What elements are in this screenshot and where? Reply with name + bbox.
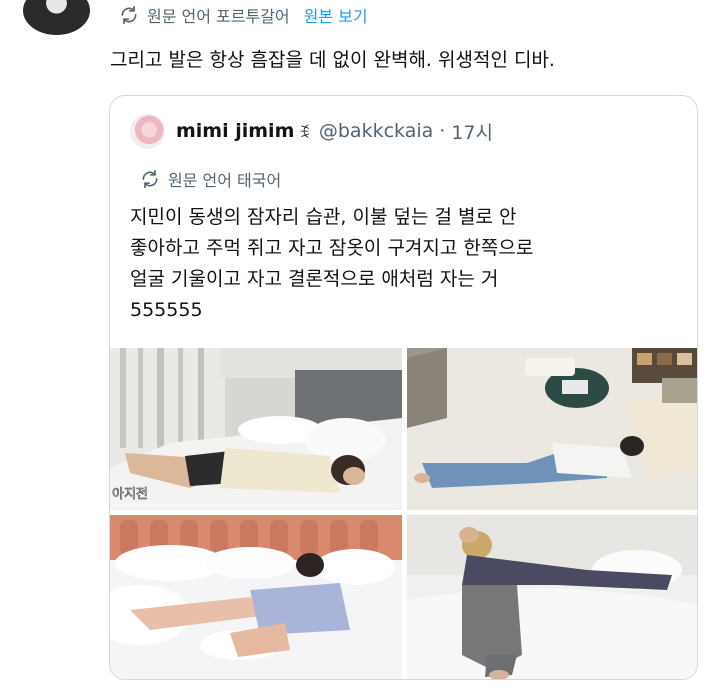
view-original-link[interactable]: 원본 보기 xyxy=(304,3,368,27)
translation-bar: 원문 언어 포르투갈어 원본 보기 xyxy=(119,4,368,26)
author-avatar[interactable] xyxy=(23,0,90,35)
media-photo-1[interactable]: 아지전 xyxy=(110,348,402,510)
quoted-text-line: 얼굴 기울이고 자고 결론적으로 애처럼 자는 거 xyxy=(130,268,499,290)
media-photo-3[interactable] xyxy=(110,515,402,679)
name-emoji: ꉂ xyxy=(298,122,311,142)
media-photo-4[interactable] xyxy=(407,515,697,679)
media-photo-2[interactable] xyxy=(407,348,697,510)
quoted-text-line: 좋아하고 주먹 쥐고 자고 잠옷이 구겨지고 한쪽으로 xyxy=(130,237,534,259)
separator-dot: · xyxy=(439,120,446,142)
quoted-author-avatar[interactable] xyxy=(130,113,165,149)
quoted-handle[interactable]: @bakkckaia xyxy=(319,120,433,142)
translate-icon xyxy=(119,5,139,25)
quoted-tweet-header: mimi jimim ꉂ @bakkckaia · 17시 xyxy=(130,113,493,149)
photo-caption: 아지전 xyxy=(112,486,148,501)
quoted-translation-label: 원문 언어 태국어 xyxy=(168,171,282,190)
quoted-tweet-card[interactable]: mimi jimim ꉂ @bakkckaia · 17시 원문 언어 태국어 … xyxy=(109,95,698,680)
quoted-timestamp[interactable]: 17시 xyxy=(451,118,493,145)
quoted-translation-bar: 원문 언어 태국어 xyxy=(140,167,281,191)
quoted-tweet-text: 지민이 동생의 잠자리 습관, 이불 덮는 걸 별로 안 좋아하고 주먹 쥐고 … xyxy=(130,202,685,326)
quoted-display-name[interactable]: mimi jimim xyxy=(176,120,294,142)
quoted-text-line: 555555 xyxy=(130,299,203,321)
translate-icon xyxy=(140,169,160,189)
quoted-text-line: 지민이 동생의 잠자리 습관, 이불 덮는 걸 별로 안 xyxy=(130,206,517,228)
tweet-text: 그리고 발은 항상 흠잡을 데 없이 완벽해. 위생적인 디바. xyxy=(110,49,555,71)
translation-label: 원문 언어 포르투갈어 xyxy=(147,7,290,26)
